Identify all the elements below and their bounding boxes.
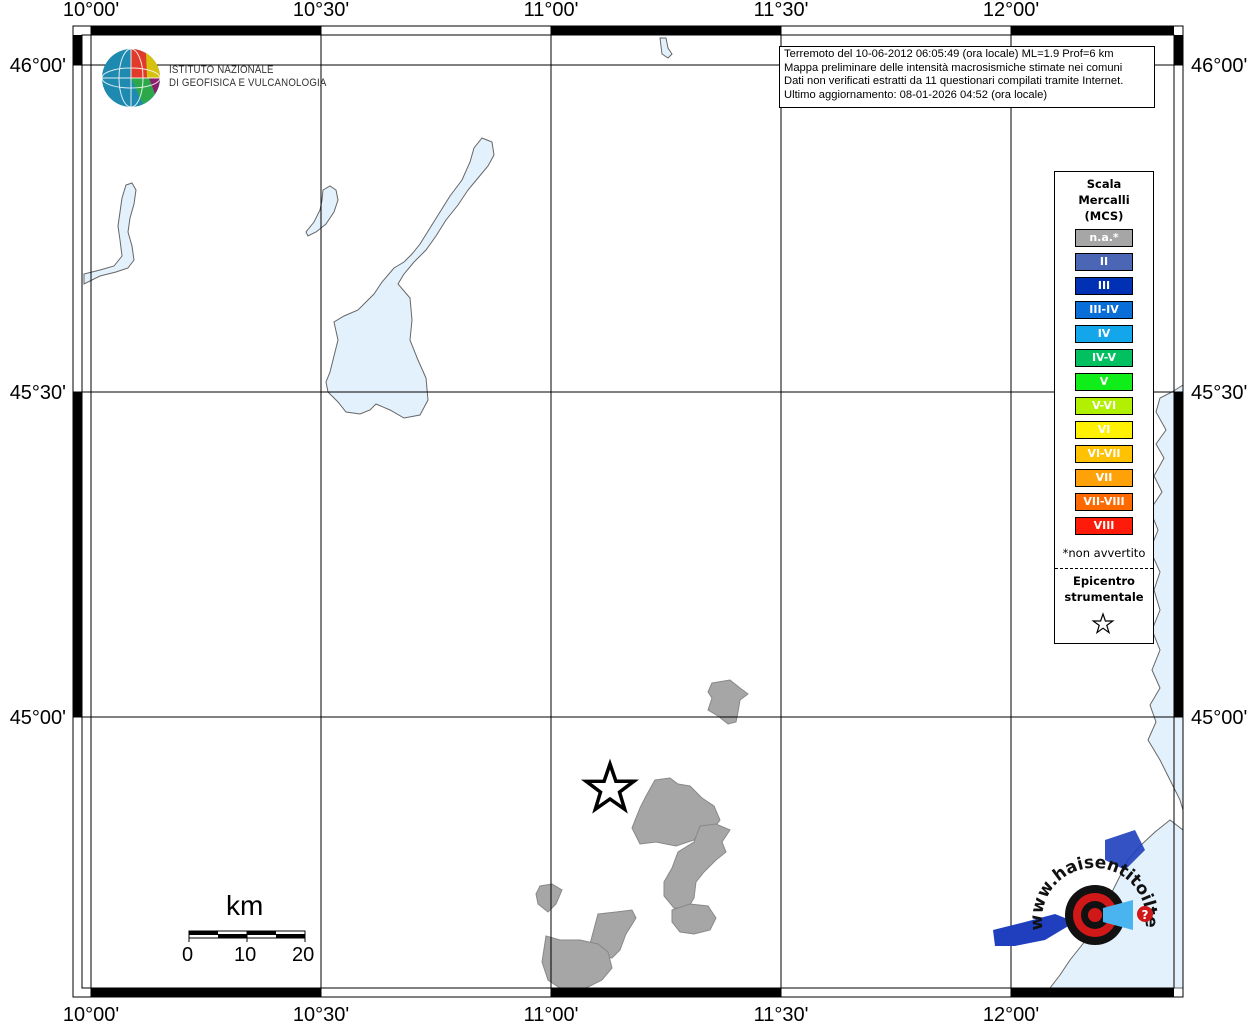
legend-swatch-vi: VI — [1075, 421, 1133, 439]
info-line-4: Ultimo aggiornamento: 08-01-2026 04:52 (… — [784, 88, 1048, 101]
legend-swatch-vii: VII — [1075, 469, 1133, 487]
legend-swatch-vii-viii: VII-VIII — [1075, 493, 1133, 511]
mcs-legend: Scala Mercalli (MCS) n.a.* II III III-IV IV I… — [1054, 171, 1154, 644]
star-outline-icon — [1091, 612, 1115, 635]
haisentito-logo: www.haisentitoilterremoto.it ? — [985, 810, 1161, 946]
legend-swatch-viii: VIII — [1075, 517, 1133, 535]
legend-title-line2: Mercalli — [1078, 193, 1130, 207]
legend-swatch-v: V — [1075, 373, 1133, 391]
legend-swatch-iv: IV — [1075, 325, 1133, 343]
legend-epicentre-line1: Epicentro — [1073, 574, 1135, 588]
legend-note: *non avvertito — [1062, 546, 1146, 560]
legend-swatch-iii-iv: III-IV — [1075, 301, 1133, 319]
legend-title: Scala Mercalli (MCS) — [1055, 176, 1153, 224]
municipality-4 — [671, 903, 717, 935]
lat-label-right-2: 45°30' — [1191, 382, 1247, 404]
lat-label-left-2: 45°30' — [10, 382, 66, 404]
info-line-3: Dati non verificati estratti da 11 quest… — [784, 75, 1124, 87]
lat-label-right-3: 45°00' — [1191, 707, 1247, 729]
lon-label-bottom-5: 12°00' — [983, 1004, 1039, 1024]
svg-text:?: ? — [1142, 908, 1149, 922]
scalebar-label-10: 10 — [234, 944, 257, 966]
lon-label-bottom-2: 10°30' — [293, 1004, 349, 1024]
legend-epicentre-line2: strumentale — [1064, 590, 1144, 604]
legend-swatch-na: n.a.* — [1075, 229, 1133, 247]
lon-label-top-3: 11°00' — [524, 0, 579, 21]
ingv-line1: ISTITUTO NAZIONALE — [169, 64, 274, 76]
legend-swatch-vi-vii: VI-VII — [1075, 445, 1133, 463]
lon-label-top-5: 12°00' — [983, 0, 1039, 21]
lon-label-bottom-1: 10°00' — [63, 1004, 119, 1024]
lat-label-right-1: 46°00' — [1191, 55, 1247, 77]
legend-divider — [1055, 568, 1153, 569]
scalebar-label-20: 20 — [292, 944, 315, 966]
ingv-globe-logo — [101, 48, 161, 108]
legend-swatch-iv-v: IV-V — [1075, 349, 1133, 367]
info-line-1: Terremoto del 10-06-2012 06:05:49 (ora l… — [784, 48, 1114, 60]
legend-title-line1: Scala — [1086, 177, 1122, 191]
lon-label-top-4: 11°30' — [754, 0, 809, 21]
legend-epicentre-label: Epicentro strumentale — [1055, 573, 1153, 605]
scalebar-label-0: 0 — [182, 944, 194, 966]
lon-label-bottom-3: 11°00' — [524, 1004, 579, 1024]
event-info-box: Terremoto del 10-06-2012 06:05:49 (ora l… — [779, 46, 1155, 108]
ingv-logo-text: ISTITUTO NAZIONALE DI GEOFISICA E VULCAN… — [169, 64, 327, 90]
legend-swatch-ii: II — [1075, 253, 1133, 271]
lat-label-left-1: 46°00' — [10, 55, 66, 77]
legend-swatch-iii: III — [1075, 277, 1133, 295]
info-line-2: Mappa preliminare delle intensità macros… — [784, 61, 1123, 74]
lat-label-left-3: 45°00' — [10, 707, 66, 729]
legend-title-line3: (MCS) — [1084, 209, 1124, 223]
legend-swatch-v-vi: V-VI — [1075, 397, 1133, 415]
ingv-line2: DI GEOFISICA E VULCANOLOGIA — [169, 77, 327, 89]
lon-label-top-2: 10°30' — [293, 0, 349, 21]
lon-label-top-1: 10°00' — [63, 0, 119, 21]
lon-label-bottom-4: 11°30' — [754, 1004, 809, 1024]
scalebar — [188, 930, 306, 942]
